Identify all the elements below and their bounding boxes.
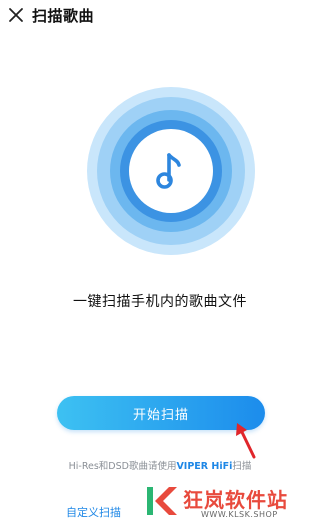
- page-title: 扫描歌曲: [32, 7, 95, 25]
- watermark-url: WWW.KLSK.SHOP: [201, 510, 278, 519]
- header: 扫描歌曲: [0, 0, 320, 32]
- music-note-icon: [156, 153, 181, 189]
- hint-suffix: 扫描: [232, 461, 252, 472]
- hifi-hint: Hi-Res和DSD歌曲请使用VIPER HiFi扫描: [0, 458, 320, 472]
- close-icon: [9, 8, 23, 22]
- viper-hifi-link[interactable]: VIPER HiFi: [176, 461, 232, 472]
- watermark-text: 狂岚软件站: [183, 488, 288, 512]
- scan-description: 一键扫描手机内的歌曲文件: [73, 294, 247, 310]
- music-illustration: [87, 87, 255, 255]
- close-button[interactable]: [6, 5, 26, 25]
- watermark-logo-icon: [147, 487, 177, 515]
- custom-scan-link[interactable]: 自定义扫描: [66, 504, 121, 520]
- pointer-arrow-icon: [236, 423, 256, 459]
- hint-prefix: Hi-Res和DSD歌曲请使用: [68, 461, 177, 472]
- watermark: 狂岚软件站 WWW.KLSK.SHOP: [143, 482, 320, 525]
